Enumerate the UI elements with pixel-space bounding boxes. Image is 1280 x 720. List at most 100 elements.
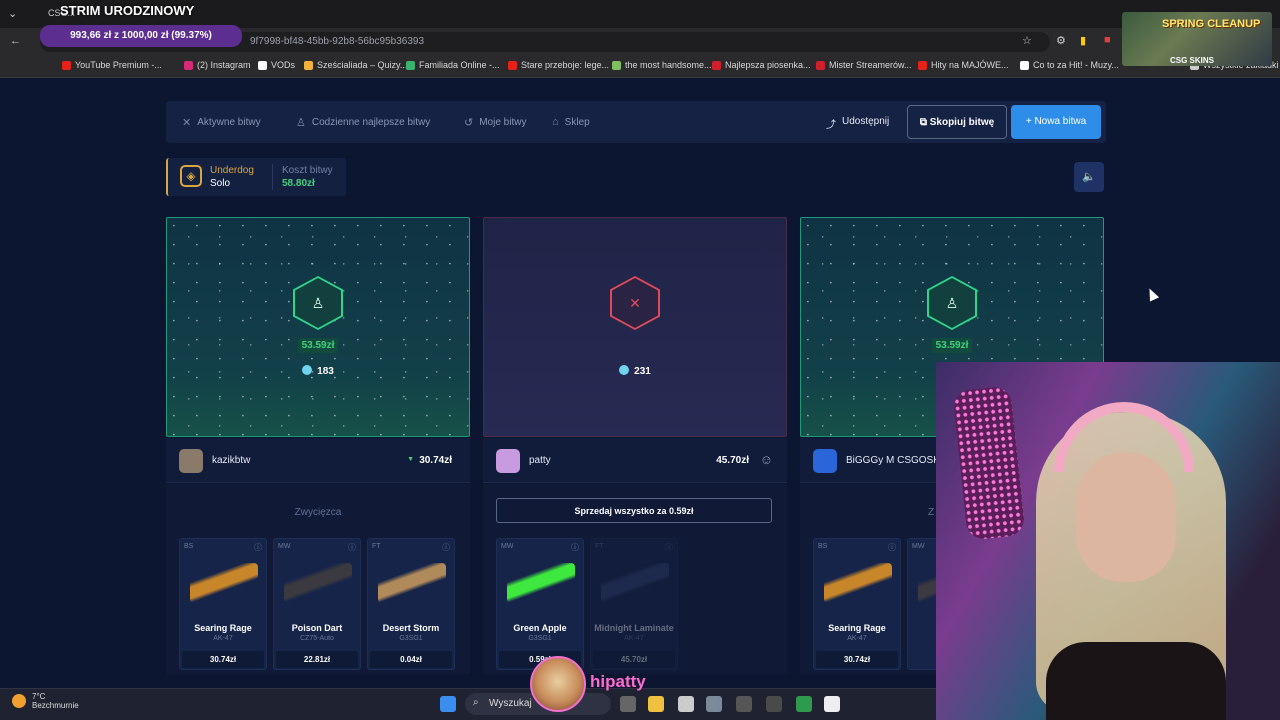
- bookmark-item[interactable]: VODs: [258, 60, 295, 70]
- item-card[interactable]: FT ⓘ Midnight Laminate AK-47 45.70zł: [590, 538, 678, 670]
- bookmark-item[interactable]: Sześcialiada – Quizy...: [304, 60, 407, 70]
- prize-amount: 53.59zł: [801, 338, 1103, 353]
- item-type: AK-47: [213, 635, 233, 642]
- bookmark-favicon-icon: [918, 60, 927, 70]
- item-condition: FT: [595, 543, 604, 550]
- nav-item-label: Moje bitwy: [479, 117, 527, 128]
- prize-value: 53.59zł: [297, 338, 339, 353]
- bookmark-favicon-icon: [184, 60, 193, 70]
- nav-item[interactable]: ↺ Moje bitwy: [464, 116, 526, 129]
- avatar: [496, 449, 520, 473]
- weather-widget[interactable]: 7°C Bezchmurnie: [12, 692, 79, 710]
- bookmark-favicon-icon: [1020, 60, 1029, 70]
- nav-item[interactable]: ✕ Aktywne bitwy: [182, 116, 261, 129]
- player-items-area: Sprzedaj wszystko za 0.59zł MW ⓘ Green Appl…: [483, 484, 787, 674]
- winner-label: Zwycięzca: [294, 507, 342, 518]
- info-icon[interactable]: ⓘ: [254, 542, 262, 553]
- nav-item-label: Sklep: [564, 116, 590, 128]
- webcam-shirt: [1046, 642, 1226, 720]
- weather-desc: Bezchmurnie: [32, 701, 79, 710]
- info-icon[interactable]: ⓘ: [348, 542, 356, 553]
- item-condition: MW: [912, 543, 925, 550]
- sponsor-banner: SPRING CLEANUP CSG SKINS: [1122, 12, 1272, 66]
- weapon-image: [601, 563, 669, 603]
- player-name[interactable]: kazikbtw: [212, 455, 250, 466]
- share-icon: ⤴: [826, 120, 836, 131]
- extension-l-icon[interactable]: ▮: [1080, 34, 1086, 47]
- tab-list-icon[interactable]: ⌄: [8, 7, 17, 20]
- nav-item[interactable]: ♙ Codzienne najlepsze bitwy: [296, 116, 430, 129]
- item-card[interactable]: BS ⓘ Searing Rage AK-47 30.74zł: [179, 538, 267, 670]
- bookmark-label: Familiada Online -...: [419, 60, 500, 70]
- item-type: AK-47: [847, 635, 867, 642]
- bookmark-item[interactable]: Co to za Hit! - Muzy...: [1020, 60, 1119, 70]
- bookmark-star-icon[interactable]: ☆: [1022, 34, 1032, 47]
- chrome-icon[interactable]: [796, 696, 812, 712]
- bookmark-favicon-icon: [62, 60, 71, 70]
- bookmark-label: (2) Instagram: [197, 60, 251, 70]
- info-icon[interactable]: ⓘ: [571, 542, 579, 553]
- item-card[interactable]: MW ⓘ Green Apple G3SG1 0.59zł: [496, 538, 584, 670]
- sell-all-button[interactable]: Sprzedaj wszystko za 0.59zł: [496, 498, 772, 523]
- new-battle-button[interactable]: + Nowa bitwa: [1011, 105, 1101, 139]
- avatar: [179, 449, 203, 473]
- cost-label: Koszt bitwy: [282, 165, 333, 176]
- item-name: Desert Storm: [382, 623, 440, 633]
- bookmark-label: Mister Streamerów...: [829, 60, 912, 70]
- app-window-icon[interactable]: [824, 696, 840, 712]
- emoji-icon[interactable]: ☺: [760, 452, 773, 467]
- bookmark-item[interactable]: Mister Streamerów...: [816, 60, 912, 70]
- bookmark-favicon-icon: [508, 60, 517, 70]
- extension-red-icon[interactable]: ■: [1104, 34, 1111, 46]
- info-icon[interactable]: ⓘ: [888, 542, 896, 553]
- item-card[interactable]: BS ⓘ Searing Rage AK-47 30.74zł: [813, 538, 901, 670]
- copy-battle-button[interactable]: ⧉ Skopiuj bitwę: [907, 105, 1007, 139]
- bookmark-item[interactable]: YouTube Premium -...: [62, 60, 162, 70]
- task-view-icon[interactable]: [620, 696, 636, 712]
- share-button[interactable]: ⤴ Udostępnij: [826, 116, 889, 131]
- store-icon[interactable]: [678, 696, 694, 712]
- battle-mode-box: ◈ Underdog Solo Koszt bitwy 58.80zł: [166, 158, 346, 196]
- share-label: Udostępnij: [842, 116, 890, 127]
- extension-icon[interactable]: ⚙: [1056, 34, 1066, 47]
- info-icon[interactable]: ⓘ: [442, 542, 450, 553]
- mode-type: Solo: [210, 178, 231, 189]
- microphone: [952, 385, 1026, 541]
- nav-item[interactable]: ⌂ Sklep: [552, 116, 590, 128]
- copy-battle-label: Skopiuj bitwę: [929, 117, 995, 128]
- weapon-image: [190, 563, 258, 603]
- bookmark-item[interactable]: Hity na MAJÓWE...: [918, 60, 1009, 70]
- avatar: [813, 449, 837, 473]
- item-card[interactable]: MW ⓘ Poison Dart CZ75-Auto 22.81zł: [273, 538, 361, 670]
- info-icon[interactable]: ⓘ: [665, 542, 673, 553]
- item-card[interactable]: FT ⓘ Desert Storm G3SG1 0.04zł: [367, 538, 455, 670]
- back-icon[interactable]: ←: [10, 35, 21, 47]
- player-value: 45.70zł: [716, 455, 749, 466]
- file-explorer-icon[interactable]: [648, 696, 664, 712]
- sound-toggle-button[interactable]: 🔈: [1074, 162, 1104, 192]
- streamer-name: hipatty: [590, 672, 646, 691]
- player-row: kazikbtw 30.74zł ▼: [166, 438, 470, 483]
- bookmark-item[interactable]: Najlepsza piosenka...: [712, 60, 811, 70]
- bookmark-item[interactable]: the most handsome...: [612, 60, 712, 70]
- bookmark-item[interactable]: Stare przeboje: lege...: [508, 60, 609, 70]
- sponsor-brand: CSG SKINS: [1170, 56, 1215, 65]
- obs-icon[interactable]: [736, 696, 752, 712]
- history-icon: ↺: [464, 117, 474, 129]
- nav-item-label: Aktywne bitwy: [197, 117, 261, 128]
- item-type: G3SG1: [528, 635, 552, 642]
- weather-temp: 7°C: [32, 692, 46, 701]
- streamer-webcam: [936, 362, 1280, 720]
- player-name[interactable]: patty: [529, 455, 551, 466]
- windows-start-icon[interactable]: [440, 696, 456, 712]
- player-name[interactable]: BiGGGy M CSGOSKIN: [846, 455, 950, 466]
- stream-title: STRIM URODZINOWY: [60, 3, 195, 18]
- bookmark-favicon-icon: [304, 60, 313, 70]
- donation-goal-bar: 993,66 zł z 1000,00 zł (99.37%): [40, 25, 242, 47]
- bookmark-item[interactable]: (2) Instagram: [184, 60, 251, 70]
- app-icon[interactable]: [766, 696, 782, 712]
- bookmark-label: VODs: [271, 60, 296, 70]
- item-name: Midnight Laminate: [594, 623, 674, 633]
- settings-icon[interactable]: [706, 696, 722, 712]
- bookmark-item[interactable]: Familiada Online -...: [406, 60, 500, 70]
